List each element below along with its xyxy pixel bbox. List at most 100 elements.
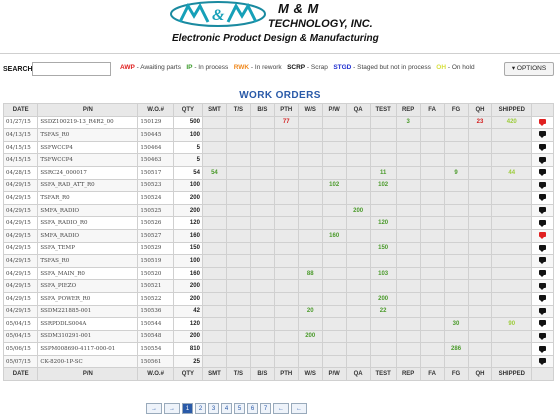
column-footer-w-s[interactable]: W/S	[297, 367, 323, 382]
column-header-qa[interactable]: QA	[345, 103, 371, 117]
column-header-w-o-[interactable]: W.O.#	[137, 103, 174, 117]
comment-flag-icon[interactable]	[539, 320, 547, 328]
comment-flag-icon[interactable]	[539, 181, 547, 189]
flag-cell	[531, 241, 554, 256]
stage-cell-t-s	[225, 241, 251, 256]
column-header-qty[interactable]: QTY	[172, 103, 203, 117]
table-row[interactable]: 04/29/15 SSFA_MAIN_R0 150520 160 88 103	[2, 266, 554, 281]
pager-next-button[interactable]: ←	[273, 403, 289, 414]
column-footer-p-n[interactable]: P/N	[37, 367, 139, 382]
comment-flag-icon[interactable]	[539, 244, 547, 252]
comment-flag-icon[interactable]	[539, 307, 547, 315]
column-footer-flag[interactable]	[531, 367, 554, 382]
stage-cell-b-s	[249, 329, 275, 344]
column-header-date[interactable]: DATE	[2, 103, 39, 117]
column-header-flag[interactable]	[531, 103, 554, 117]
column-footer-qa[interactable]: QA	[345, 367, 371, 382]
comment-flag-icon[interactable]	[539, 358, 547, 366]
comment-flag-icon[interactable]	[539, 131, 547, 139]
table-row[interactable]: 05/07/15 CK-8200-1P-SC 150561 25	[2, 354, 554, 369]
table-row[interactable]: 05/04/15 SSRPDDLS004A 150544 120 30 90	[2, 317, 554, 331]
flag-cell	[531, 266, 554, 281]
date-cell: 04/28/15	[2, 165, 39, 180]
comment-flag-icon[interactable]	[539, 295, 547, 303]
pager-prev-button[interactable]: →	[164, 403, 180, 414]
table-row[interactable]: 04/29/15 TSFAS_R0 150519 100	[2, 254, 554, 268]
search-input[interactable]	[32, 62, 111, 76]
column-header-b-s[interactable]: B/S	[249, 103, 275, 117]
column-footer-test[interactable]: TEST	[369, 367, 397, 382]
column-header-shipped[interactable]: SHIPPED	[491, 103, 533, 117]
column-header-rep[interactable]: REP	[395, 103, 421, 117]
stage-cell-t-s	[225, 291, 251, 306]
column-header-fa[interactable]: FA	[419, 103, 445, 117]
column-header-test[interactable]: TEST	[369, 103, 397, 117]
page-1-button[interactable]: 1	[182, 403, 193, 414]
comment-flag-icon[interactable]	[539, 169, 547, 177]
page-2-button[interactable]: 2	[195, 403, 206, 414]
table-row[interactable]: 04/29/15 SSFA_POWER_R0 150522 200 200	[2, 291, 554, 306]
table-row[interactable]: 04/29/15 SSFA_PIEZO 150521 200	[2, 279, 554, 293]
table-row[interactable]: 04/29/15 SSFA_RADIO_R0 150526 120 120	[2, 216, 554, 230]
page-7-button[interactable]: 7	[260, 403, 271, 414]
stage-cell-b-s	[249, 140, 275, 155]
table-row[interactable]: 04/29/15 SSFA_TEMP 150529 150 150	[2, 241, 554, 256]
comment-flag-icon[interactable]	[539, 156, 547, 164]
column-header-p-n[interactable]: P/N	[37, 103, 139, 117]
column-header-w-s[interactable]: W/S	[297, 103, 323, 117]
table-row[interactable]: 04/15/15 SSFWCCP4 150464 5	[2, 140, 554, 155]
column-footer-smt[interactable]: SMT	[201, 367, 227, 382]
comment-flag-icon[interactable]	[539, 118, 547, 126]
column-footer-shipped[interactable]: SHIPPED	[491, 367, 533, 382]
comment-flag-icon[interactable]	[539, 144, 547, 152]
table-row[interactable]: 04/29/15 SMFA_RADIO 150527 160 160	[2, 228, 554, 243]
page-6-button[interactable]: 6	[247, 403, 258, 414]
table-row[interactable]: 04/28/15 SSRC24_000017 150517 54 54 11 9 44	[2, 165, 554, 180]
column-footer-pth[interactable]: PTH	[273, 367, 299, 382]
column-header-qh[interactable]: QH	[467, 103, 493, 117]
stage-cell-rep	[395, 354, 421, 369]
comment-flag-icon[interactable]	[539, 270, 547, 278]
column-header-smt[interactable]: SMT	[201, 103, 227, 117]
column-footer-qty[interactable]: QTY	[172, 367, 203, 382]
table-row[interactable]: 04/29/15 SSFA_RAD_ATT_R0 150523 100 102 102	[2, 178, 554, 193]
table-row[interactable]: 04/29/15 SSDM221885-001 150536 42 20 22	[2, 304, 554, 319]
pager-prev-button[interactable]: →	[146, 403, 162, 414]
table-row[interactable]: 05/06/15 SSPM008690-4117-000-01 150554 810 2…	[2, 342, 554, 356]
comment-flag-icon[interactable]	[539, 194, 547, 202]
page-4-button[interactable]: 4	[221, 403, 232, 414]
column-header-pth[interactable]: PTH	[273, 103, 299, 117]
comment-flag-icon[interactable]	[539, 207, 547, 215]
column-footer-t-s[interactable]: T/S	[225, 367, 251, 382]
pager-next-button[interactable]: ←	[291, 403, 307, 414]
table-row[interactable]: 04/29/15 SMFA_RADIO 150525 200 200	[2, 203, 554, 218]
comment-flag-icon[interactable]	[539, 332, 547, 340]
table-row[interactable]: 05/04/15 SSDM310291-001 150548 200 200	[2, 329, 554, 344]
table-row[interactable]: 04/15/15 TSFWCCP4 150463 5	[2, 153, 554, 167]
column-header-fg[interactable]: FG	[443, 103, 469, 117]
stage-cell-fg	[443, 241, 469, 256]
column-footer-w-o-[interactable]: W.O.#	[137, 367, 174, 382]
table-row[interactable]: 04/29/15 TSFAR_R0 150524 200	[2, 191, 554, 205]
page-5-button[interactable]: 5	[234, 403, 245, 414]
comment-flag-icon[interactable]	[539, 345, 547, 353]
comment-flag-icon[interactable]	[539, 232, 547, 240]
table-row[interactable]: 04/13/15 TSFAS_R0 150445 100	[2, 128, 554, 142]
page-3-button[interactable]: 3	[208, 403, 219, 414]
column-footer-date[interactable]: DATE	[2, 367, 39, 382]
comment-flag-icon[interactable]	[539, 257, 547, 265]
column-footer-qh[interactable]: QH	[467, 367, 493, 382]
stage-cell-qa	[345, 266, 371, 281]
comment-flag-icon[interactable]	[539, 282, 547, 290]
comment-flag-icon[interactable]	[539, 219, 547, 227]
column-footer-b-s[interactable]: B/S	[249, 367, 275, 382]
column-footer-rep[interactable]: REP	[395, 367, 421, 382]
column-footer-fa[interactable]: FA	[419, 367, 445, 382]
column-footer-fg[interactable]: FG	[443, 367, 469, 382]
options-button[interactable]: ▾ OPTIONS	[504, 62, 554, 76]
column-header-p-w[interactable]: P/W	[321, 103, 347, 117]
table-row[interactable]: 01/27/15 SSDZ100219-13_R4R2_00 150129 500 77…	[2, 115, 554, 130]
column-header-t-s[interactable]: T/S	[225, 103, 251, 117]
column-footer-p-w[interactable]: P/W	[321, 367, 347, 382]
quantity-cell: 150	[172, 241, 203, 256]
